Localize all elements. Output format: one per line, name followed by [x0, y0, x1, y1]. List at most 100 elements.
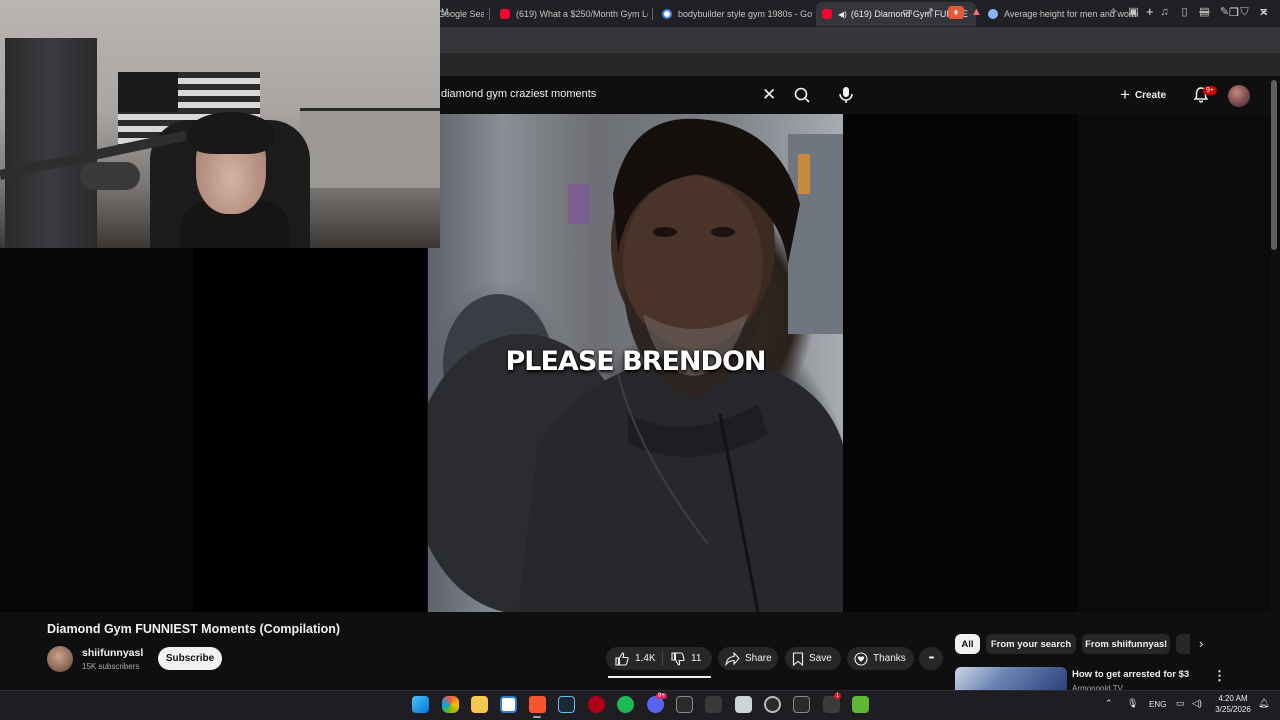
brave-rewards-icon[interactable]: ▲ [970, 6, 983, 19]
channel-avatar[interactable] [47, 646, 73, 672]
screenshot-icon[interactable]: ▣ [1127, 6, 1140, 19]
left-background [0, 248, 427, 612]
epic-games-icon[interactable] [676, 696, 693, 713]
webcam-overlay [0, 0, 440, 248]
chip-overflow[interactable] [1176, 634, 1190, 654]
screen: Google Sea (619) What a $250/Month Gym L… [0, 0, 1280, 720]
tab-google-bodybuilder[interactable]: bodybuilder style gym 1980s - Goog [656, 2, 812, 26]
search-input[interactable]: diamond gym craziest moments [441, 88, 596, 100]
like-underline [608, 676, 711, 678]
calculator-icon[interactable] [735, 696, 752, 713]
brave-browser-icon[interactable] [529, 696, 546, 713]
media-controls-icon[interactable]: ♫ [1158, 6, 1171, 19]
thanks-button[interactable]: Thanks [847, 647, 914, 670]
thanks-heart-icon [854, 651, 868, 666]
leo-icon[interactable]: ✎ [1218, 6, 1231, 19]
chip-from-channel[interactable]: From shiifunnyasl [1082, 634, 1170, 654]
google-icon [662, 9, 672, 19]
voice-search-button[interactable] [832, 83, 860, 107]
copilot-icon[interactable] [442, 696, 459, 713]
video-player[interactable]: PLEASE BRENDON [428, 114, 843, 612]
search-icon [794, 87, 810, 103]
xbox-icon[interactable] [705, 696, 722, 713]
dislike-button[interactable]: 11 [663, 651, 702, 666]
tab-title: (619) What a $250/Month Gym Look [516, 9, 648, 19]
like-dislike-group: 1.4K 11 [606, 647, 712, 670]
sidebar-icon[interactable]: ▯ [1178, 6, 1191, 19]
chip-all[interactable]: All [955, 634, 980, 654]
share-button[interactable]: Share [718, 647, 778, 670]
more-actions-button[interactable]: ••• [919, 647, 943, 670]
spotify-icon[interactable] [617, 696, 634, 713]
scrollbar[interactable] [1271, 80, 1277, 250]
plus-icon: + [1120, 85, 1130, 104]
share-page-icon[interactable]: ↗ [923, 6, 936, 19]
right-background [843, 114, 1270, 612]
vpn-icon[interactable]: ⛉ [1238, 6, 1251, 19]
epic-launcher-icon[interactable] [793, 696, 810, 713]
thumbs-up-icon [615, 651, 629, 666]
date: 3/25/2026 [1215, 705, 1251, 714]
microphone-icon [839, 87, 853, 103]
taskbar [0, 690, 1280, 720]
language-indicator[interactable]: ENG [1149, 700, 1166, 709]
minecraft-icon[interactable] [852, 696, 869, 713]
microphone-tray-icon[interactable]: 🎙︎ [1127, 698, 1138, 709]
share-label: Share [745, 653, 772, 664]
store-icon[interactable] [500, 696, 517, 713]
notification-badge: 9+ [1203, 86, 1217, 95]
subscribe-button[interactable]: Subscribe [158, 647, 222, 670]
wallet-icon[interactable]: ▤ [1198, 6, 1211, 19]
app-icon[interactable] [588, 696, 605, 713]
new-tab-button[interactable]: + [1146, 4, 1154, 19]
tab-separator [652, 8, 653, 20]
create-button[interactable]: + Create [1120, 84, 1180, 106]
menu-icon[interactable]: ≡ [1258, 6, 1271, 19]
volume-icon[interactable]: ◁) [1192, 698, 1202, 709]
network-icon[interactable]: ▭ [1176, 698, 1185, 709]
brave-shields-icon[interactable]: ♦ [948, 6, 964, 19]
video-title: Diamond Gym FUNNIEST Moments (Compilatio… [47, 622, 341, 636]
time: 4:20 AM [1218, 694, 1248, 703]
cast-icon[interactable]: ▭ [901, 6, 914, 19]
recommendation-title[interactable]: How to get arrested for $3 [1072, 669, 1189, 680]
settings-icon[interactable] [764, 696, 781, 713]
tab-title: bodybuilder style gym 1980s - Goog [678, 9, 812, 19]
windows-start-icon[interactable] [412, 696, 429, 713]
extensions-icon[interactable]: ✧ [1107, 6, 1120, 19]
youtube-icon [500, 9, 510, 19]
bookmark-icon [792, 651, 804, 666]
dislike-count: 11 [691, 653, 702, 664]
like-button[interactable]: 1.4K [606, 651, 662, 666]
clock[interactable]: 4:20 AM 3/25/2026 [1212, 693, 1254, 715]
thumbs-down-icon [671, 651, 685, 666]
recommendation-menu-icon[interactable]: ⋮ [1213, 668, 1226, 684]
recommendation-thumbnail[interactable] [955, 667, 1067, 691]
subscriber-count: 15K subscribers [82, 662, 140, 671]
save-button[interactable]: Save [785, 647, 841, 670]
globe-icon [988, 9, 998, 19]
chip-from-your-search[interactable]: From your search [986, 634, 1076, 654]
youtube-icon [822, 9, 832, 19]
clear-search-icon[interactable]: ✕ [762, 85, 776, 105]
video-caption: PLEASE BRENDON [505, 346, 767, 377]
streamer-hair [188, 112, 274, 154]
share-icon [725, 651, 740, 666]
like-count: 1.4K [635, 653, 656, 664]
chevron-right-icon[interactable]: › [1199, 636, 1203, 651]
channel-name[interactable]: shiifunnyasl [82, 647, 143, 659]
create-label: Create [1134, 89, 1167, 101]
account-avatar[interactable] [1228, 85, 1250, 107]
search-button[interactable] [786, 83, 818, 107]
url-field[interactable]: M [441, 7, 449, 17]
chevron-up-icon[interactable]: ⌃ [1105, 698, 1113, 709]
notification-center-icon[interactable]: 🔔︎ [1258, 698, 1269, 709]
steam-icon[interactable] [558, 696, 575, 713]
bed [300, 108, 440, 188]
active-app-indicator [533, 716, 541, 718]
microphone [80, 162, 140, 190]
thanks-label: Thanks [873, 653, 906, 664]
curtain [5, 38, 97, 248]
file-explorer-icon[interactable] [471, 696, 488, 713]
tab-youtube-gym-look[interactable]: (619) What a $250/Month Gym Look [494, 2, 648, 26]
